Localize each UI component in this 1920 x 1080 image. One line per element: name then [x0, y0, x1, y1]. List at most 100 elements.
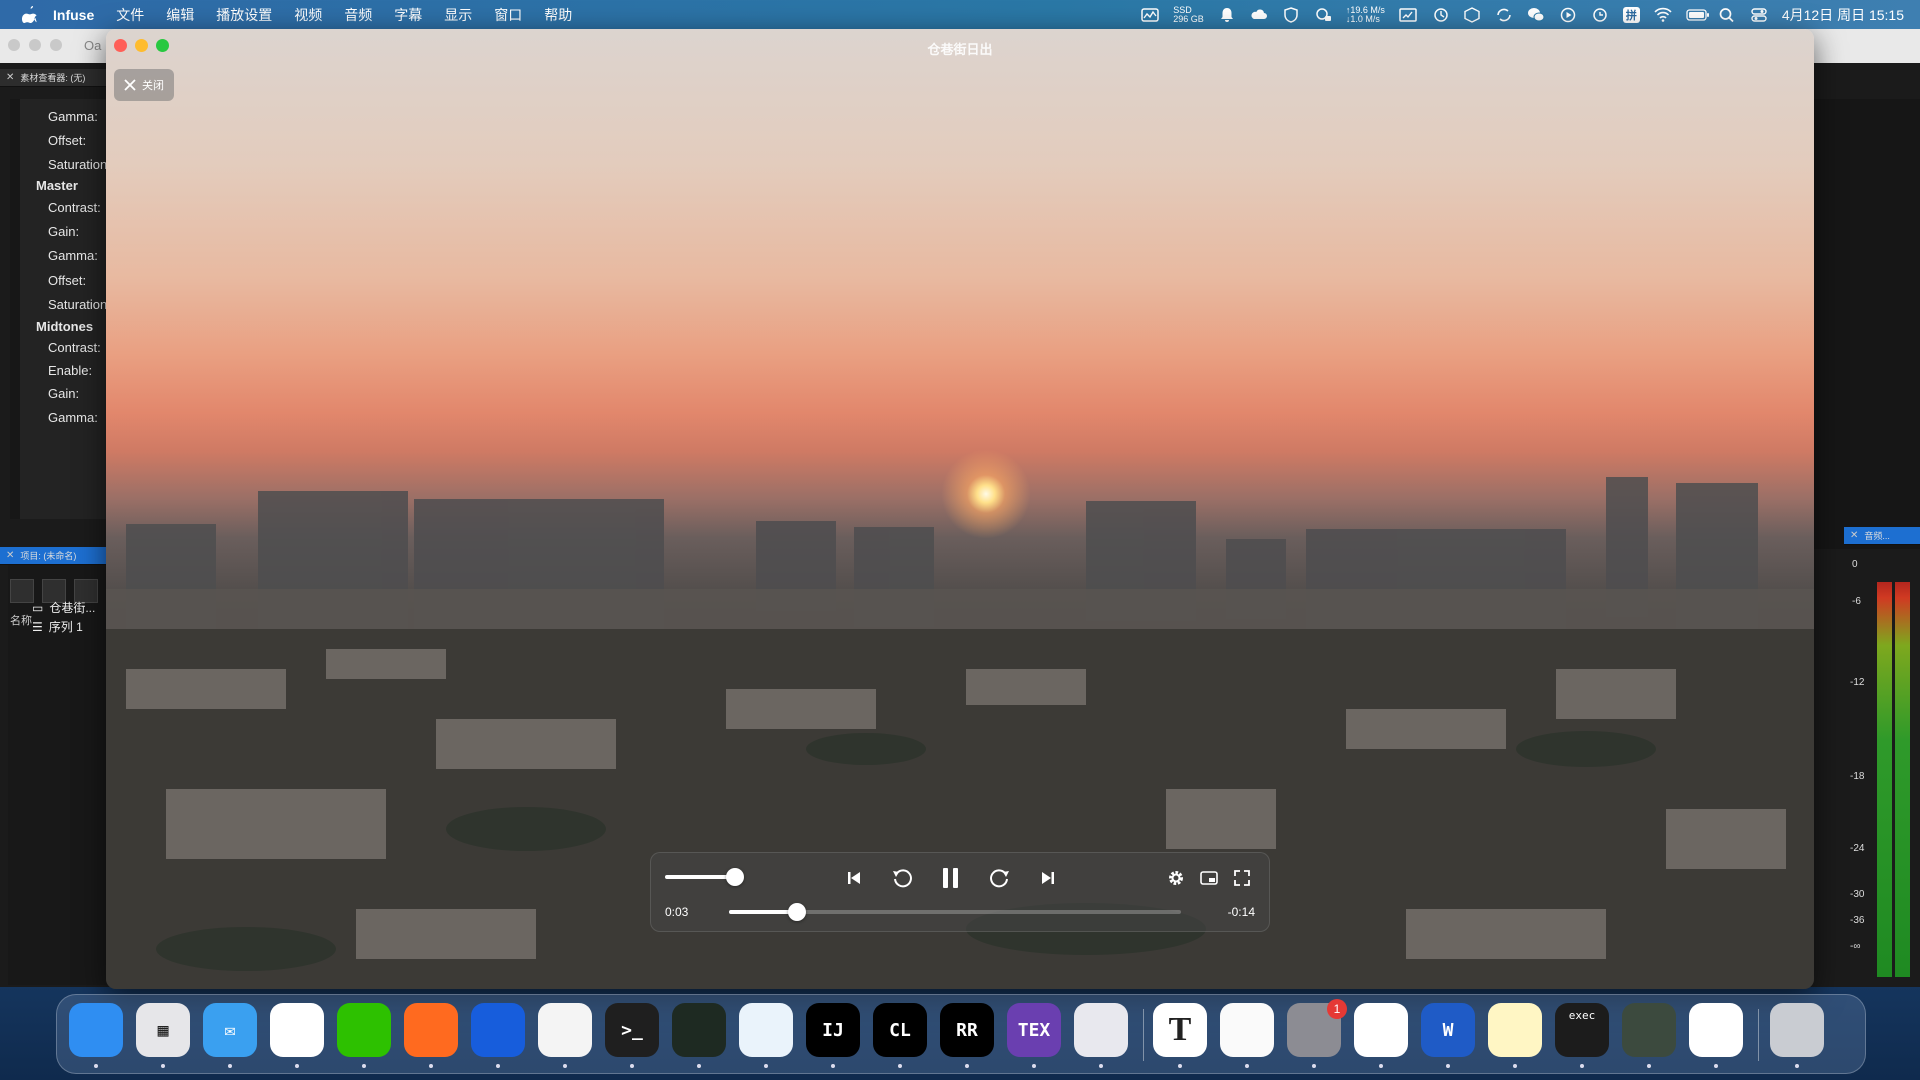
box-icon[interactable] — [1463, 6, 1481, 23]
trash-icon[interactable] — [1770, 1003, 1824, 1057]
audio-panel-header: ✕ 音频... — [1844, 527, 1920, 545]
progress-knob[interactable] — [787, 903, 806, 921]
project-item-sequence[interactable]: ☰ 序列 1 — [32, 618, 83, 635]
ssd-status[interactable]: SSD 296 GB — [1173, 5, 1204, 24]
skip-forward-icon[interactable] — [1035, 865, 1061, 891]
property-label: Gain: — [48, 386, 80, 401]
running-indicator — [1099, 1064, 1103, 1068]
bell-icon[interactable] — [1218, 7, 1236, 23]
new-item-icon[interactable] — [10, 579, 34, 603]
menu-playback-settings[interactable]: 播放设置 — [216, 5, 272, 25]
intellij-icon[interactable]: IJ — [806, 1003, 860, 1057]
property-label: Enable: — [48, 363, 93, 378]
fullscreen-icon[interactable] — [1229, 865, 1255, 891]
network-browser-icon[interactable] — [739, 1003, 793, 1057]
terminal-icon[interactable]: >_ — [605, 1003, 659, 1057]
pip-icon[interactable] — [1196, 865, 1222, 891]
running-indicator — [496, 1064, 500, 1068]
bitwarden-icon[interactable] — [471, 1003, 525, 1057]
infuse-icon[interactable] — [1689, 1003, 1743, 1057]
word-icon[interactable]: W — [1421, 1003, 1475, 1057]
menu-subtitles[interactable]: 字幕 — [394, 5, 422, 25]
close-player-button[interactable]: 关闭 — [114, 69, 174, 101]
wifi-icon[interactable] — [1654, 7, 1672, 23]
property-group-label: Master — [36, 178, 78, 193]
sync-icon[interactable] — [1495, 7, 1513, 23]
vpn-lock-icon[interactable] — [1314, 7, 1332, 23]
exec-icon[interactable]: exec — [1555, 1003, 1609, 1057]
menu-app-name[interactable]: Infuse — [53, 7, 94, 23]
project-item-label: 序列 1 — [48, 620, 83, 634]
apple-menu-icon[interactable] — [19, 5, 39, 25]
meter-scale-label: 0 — [1852, 559, 1858, 570]
play-circle-icon[interactable] — [1559, 7, 1577, 23]
control-center-icon[interactable] — [1750, 7, 1768, 23]
skip-back-icon[interactable] — [841, 865, 867, 891]
menu-display[interactable]: 显示 — [444, 5, 472, 25]
menu-file[interactable]: 文件 — [116, 5, 144, 25]
close-icon[interactable]: ✕ — [1850, 530, 1858, 541]
net-down-speed: ↓1.0 M/s — [1345, 13, 1380, 24]
wechat-icon[interactable] — [337, 1003, 391, 1057]
menu-window[interactable]: 窗口 — [494, 5, 522, 25]
menu-help[interactable]: 帮助 — [544, 5, 572, 25]
rustrover-icon[interactable]: RR — [940, 1003, 994, 1057]
wechat-status-icon[interactable] — [1527, 7, 1545, 23]
running-indicator — [1245, 1064, 1249, 1068]
qq-icon[interactable] — [270, 1003, 324, 1057]
typora-icon[interactable]: T — [1153, 1003, 1207, 1057]
launchpad-icon[interactable]: ▦ — [136, 1003, 190, 1057]
network-speed[interactable]: ↑19.6 M/s ↓1.0 M/s — [1345, 5, 1385, 24]
texshop-icon[interactable]: TEX — [1007, 1003, 1061, 1057]
editor-zoom-button[interactable] — [50, 39, 62, 51]
spotlight-search-icon[interactable] — [1718, 7, 1736, 23]
menu-edit[interactable]: 编辑 — [166, 5, 194, 25]
close-icon[interactable]: ✕ — [6, 72, 14, 83]
reeder-icon[interactable] — [1622, 1003, 1676, 1057]
chart-window-icon[interactable] — [1399, 7, 1417, 23]
activity-monitor-icon[interactable] — [672, 1003, 726, 1057]
project-column-header[interactable]: 名称 — [10, 612, 32, 628]
meter-scale-label: -18 — [1850, 771, 1865, 782]
clion-icon[interactable]: CL — [873, 1003, 927, 1057]
viewer-panel-header: ✕ 素材查看器: (无) — [0, 69, 106, 87]
running-indicator — [94, 1064, 98, 1068]
input-method-indicator[interactable]: 拼 — [1622, 6, 1640, 23]
pause-icon[interactable] — [938, 865, 964, 891]
gear-icon[interactable] — [1163, 865, 1189, 891]
remote-desktop-icon[interactable] — [1074, 1003, 1128, 1057]
battery-icon[interactable] — [1686, 7, 1709, 23]
editor-minimize-button[interactable] — [29, 39, 41, 51]
firefox-icon[interactable] — [404, 1003, 458, 1057]
running-indicator — [965, 1064, 969, 1068]
close-icon[interactable]: ✕ — [6, 550, 14, 561]
dock: ▦ ✉ >_ IJ CL RR TEX T 1 Wexec — [56, 994, 1866, 1074]
menubar-clock[interactable]: 4月12日 周日 15:15 — [1782, 5, 1904, 25]
time-machine-icon[interactable] — [1591, 7, 1609, 23]
meter-scale-label: -∞ — [1850, 941, 1861, 952]
infuse-player-window: 仓巷街日出 关闭 0:03 -0:14 — [106, 29, 1814, 989]
menu-audio[interactable]: 音频 — [344, 5, 372, 25]
notes-icon[interactable] — [1488, 1003, 1542, 1057]
notebook-icon[interactable] — [1220, 1003, 1274, 1057]
cloud-icon[interactable] — [1250, 7, 1268, 23]
running-indicator — [697, 1064, 701, 1068]
feishu-icon[interactable] — [1354, 1003, 1408, 1057]
running-indicator — [1446, 1064, 1450, 1068]
editor-window-controls — [8, 39, 62, 51]
shield-icon[interactable] — [1282, 6, 1300, 23]
timer-icon[interactable] — [1431, 7, 1449, 23]
volume-slider-knob[interactable] — [725, 868, 744, 886]
menu-video[interactable]: 视频 — [294, 5, 322, 25]
forward-icon[interactable] — [987, 865, 1013, 891]
finder-icon[interactable] — [69, 1003, 123, 1057]
project-item-clip[interactable]: ▭ 仓巷街... — [32, 599, 95, 616]
dock-icon-glyph: RR — [956, 1019, 978, 1041]
running-indicator — [1032, 1064, 1036, 1068]
rewind-icon[interactable] — [889, 865, 915, 891]
mail-icon[interactable]: ✉ — [203, 1003, 257, 1057]
stats-graph-icon[interactable] — [1141, 7, 1160, 23]
chatgpt-icon[interactable] — [538, 1003, 592, 1057]
running-indicator — [764, 1064, 768, 1068]
editor-close-button[interactable] — [8, 39, 20, 51]
